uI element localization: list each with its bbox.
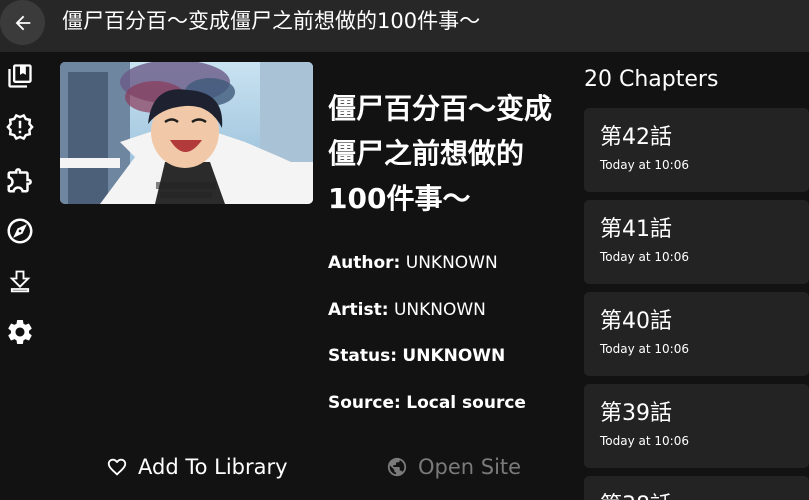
- page-title: 僵尸百分百～变成僵尸之前想做的100件事～: [62, 9, 481, 33]
- source-label: Source:: [328, 393, 401, 413]
- artist-value: UNKNOWN: [393, 300, 486, 320]
- arrow-left-icon: [15, 15, 30, 30]
- status-label: Status:: [328, 346, 397, 366]
- download-icon[interactable]: [4, 266, 36, 298]
- author-line: Author: UNKNOWN: [328, 252, 498, 274]
- chapter-date: Today at 10:06: [600, 158, 689, 172]
- status-line: Status: UNKNOWN: [328, 345, 505, 367]
- author-value: UNKNOWN: [405, 253, 498, 273]
- source-line: Source: Local source: [328, 392, 526, 414]
- artist-line: Artist: UNKNOWN: [328, 299, 486, 321]
- settings-gear-icon[interactable]: [4, 316, 36, 348]
- chapter-item[interactable]: 第38話: [584, 476, 809, 500]
- library-icon[interactable]: [4, 60, 36, 92]
- chapter-date: Today at 10:06: [600, 342, 689, 356]
- browse-compass-icon[interactable]: [4, 215, 36, 247]
- add-to-library-label: Add To Library: [138, 455, 288, 479]
- chapter-date: Today at 10:06: [600, 434, 689, 448]
- chapter-title: 第41話: [600, 217, 672, 242]
- updates-badge-icon[interactable]: [4, 111, 36, 143]
- chapter-item[interactable]: 第42話 Today at 10:06: [584, 108, 809, 192]
- chapter-title: 第40話: [600, 309, 672, 334]
- top-app-bar: 僵尸百分百～变成僵尸之前想做的100件事～: [0, 0, 809, 52]
- open-site-label: Open Site: [418, 455, 522, 479]
- chapter-title: 第39話: [600, 401, 672, 426]
- chapter-title: 第38話: [600, 492, 672, 500]
- globe-icon: [387, 457, 407, 477]
- chapter-date: Today at 10:06: [600, 250, 689, 264]
- chapter-item[interactable]: 第40話 Today at 10:06: [584, 292, 809, 376]
- chapter-item[interactable]: 第39話 Today at 10:06: [584, 384, 809, 468]
- chapter-title: 第42話: [600, 125, 672, 150]
- extensions-puzzle-icon[interactable]: [4, 164, 36, 196]
- add-to-library-button[interactable]: Add To Library: [106, 450, 288, 484]
- heart-outline-icon: [107, 458, 127, 476]
- status-value: UNKNOWN: [402, 346, 506, 366]
- source-value: Local source: [406, 393, 526, 413]
- author-label: Author:: [328, 253, 401, 273]
- chapters-count-heading: 20 Chapters: [584, 67, 719, 92]
- open-site-button[interactable]: Open Site: [386, 450, 521, 484]
- navigation-rail: [0, 52, 40, 500]
- cover-image: [60, 62, 313, 204]
- back-button[interactable]: [0, 0, 45, 45]
- manga-title: 僵尸百分百～变成僵尸之前想做的100件事～: [328, 92, 553, 215]
- artist-label: Artist:: [328, 300, 389, 320]
- chapter-item[interactable]: 第41話 Today at 10:06: [584, 200, 809, 284]
